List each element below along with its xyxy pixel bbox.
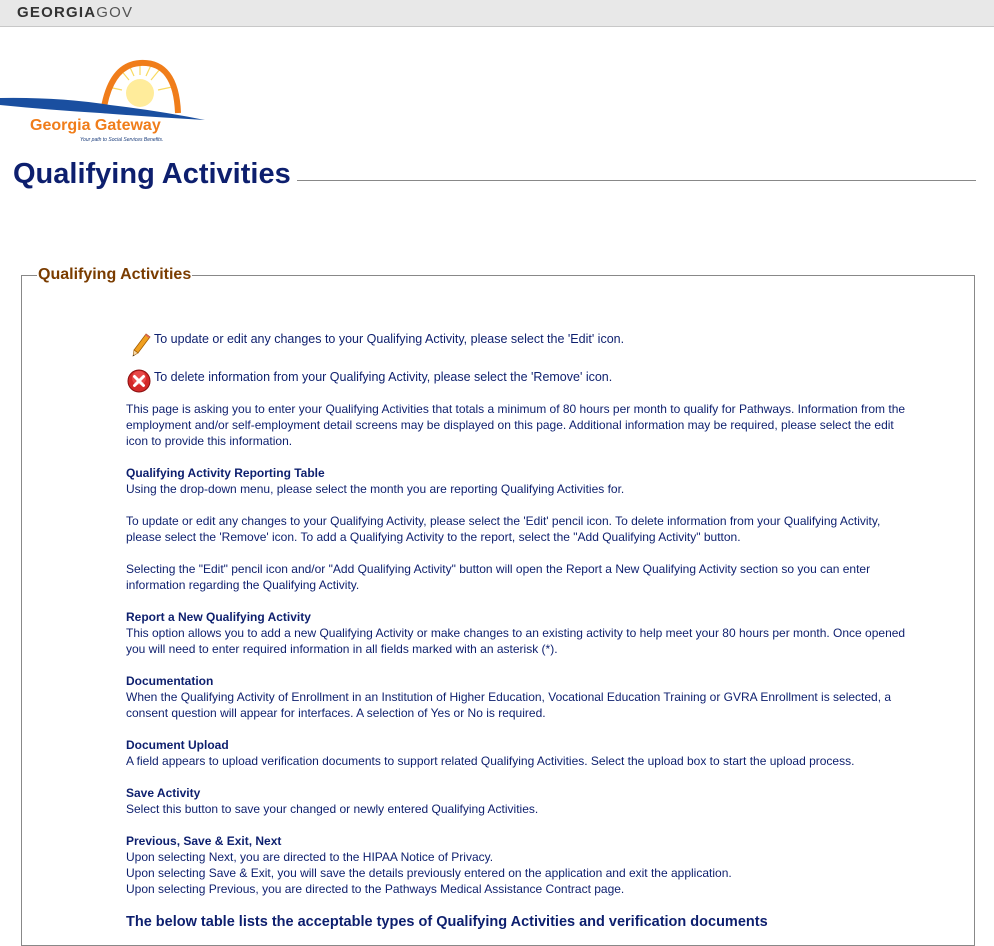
edit-hint: To update or edit any changes to your Qu… [126, 332, 906, 357]
save-activity-text: Select this button to save your changed … [126, 802, 539, 816]
document-upload-heading: Document Upload [126, 738, 229, 752]
title-divider [297, 180, 976, 181]
save-activity-heading: Save Activity [126, 786, 201, 800]
qualifying-activities-section: Qualifying Activities To update or edit … [21, 266, 975, 946]
navigation-heading: Previous, Save & Exit, Next [126, 834, 282, 848]
remove-hint: To delete information from your Qualifyi… [126, 369, 906, 393]
svg-text:Your path to Social Services B: Your path to Social Services Benefits. [80, 137, 163, 143]
intro-text: This page is asking you to enter your Qu… [126, 402, 906, 448]
top-bar: GEORGIAGOV [0, 0, 994, 27]
reporting-table-heading: Qualifying Activity Reporting Table [126, 466, 325, 480]
edit-remove-text: To update or edit any changes to your Qu… [126, 514, 881, 544]
documentation-heading: Documentation [126, 674, 214, 688]
report-new-heading: Report a New Qualifying Activity [126, 610, 311, 624]
svg-text:Georgia Gateway: Georgia Gateway [30, 117, 161, 134]
section-content: To update or edit any changes to your Qu… [126, 324, 906, 930]
navigation-save-exit-text: Upon selecting Save & Exit, you will sav… [126, 866, 732, 880]
georgia-gateway-logo[interactable]: Georgia Gateway Your path to Social Serv… [0, 55, 210, 145]
report-new-text: This option allows you to add a new Qual… [126, 626, 906, 656]
pencil-icon [132, 333, 151, 357]
document-upload-text: A field appears to upload verification d… [126, 754, 855, 768]
selecting-text: Selecting the "Edit" pencil icon and/or … [126, 562, 871, 592]
navigation-previous-text: Upon selecting Previous, you are directe… [126, 882, 625, 896]
documentation-text: When the Qualifying Activity of Enrollme… [126, 690, 892, 720]
table-heading: The below table lists the acceptable typ… [126, 914, 768, 930]
georgia-gov-brand[interactable]: GEORGIAGOV [17, 4, 133, 21]
remove-icon [127, 369, 151, 393]
page-title: Qualifying Activities [13, 158, 291, 190]
reporting-table-text: Using the drop-down menu, please select … [126, 482, 625, 496]
section-legend: Qualifying Activities [38, 266, 192, 283]
navigation-next-text: Upon selecting Next, you are directed to… [126, 850, 494, 864]
